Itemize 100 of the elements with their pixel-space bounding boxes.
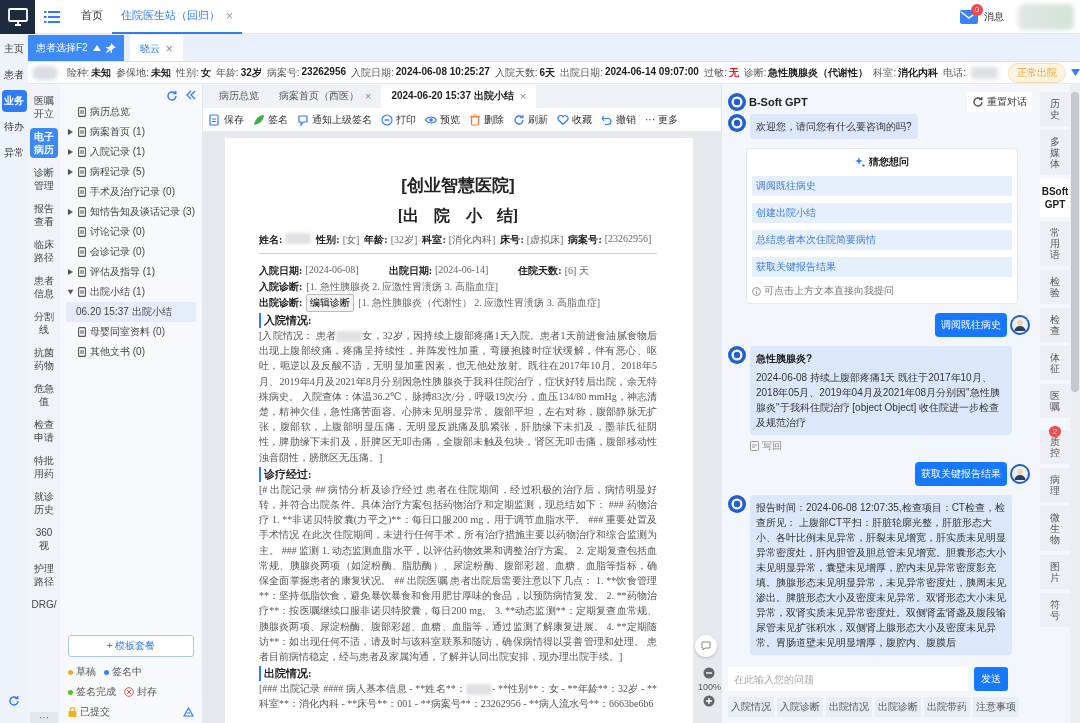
tab[interactable]: 病历总览: [209, 84, 269, 108]
side-tab[interactable]: 医嘱: [1040, 384, 1070, 418]
scrollbar[interactable]: [1070, 84, 1080, 723]
menu-item[interactable]: 患者信息: [30, 272, 58, 302]
comment-button[interactable]: [695, 635, 717, 657]
menu-item[interactable]: 危急值: [30, 380, 58, 410]
quick-chip[interactable]: 入院诊断: [777, 697, 823, 717]
menu-item[interactable]: 抗菌药物: [30, 344, 58, 374]
tree-item[interactable]: 会诊记录 (0): [66, 242, 196, 262]
reset-button[interactable]: 重置对话: [967, 92, 1032, 112]
assistant-logo-icon: [728, 346, 746, 364]
field-value: 2024-06-14 09:07:00: [604, 65, 699, 79]
side-tab[interactable]: 检查: [1040, 308, 1070, 342]
nav-item[interactable]: 异常: [1, 142, 27, 164]
side-tab[interactable]: 常用语: [1040, 221, 1070, 266]
dropdown-icon: [1071, 69, 1080, 76]
side-tab[interactable]: BSoft GPT: [1040, 179, 1070, 217]
tree-item[interactable]: 手术及治疗记录 (0): [66, 182, 196, 202]
app-button[interactable]: [0, 0, 35, 34]
menu-item[interactable]: 分割线: [30, 308, 58, 338]
nav-item[interactable]: 主页: [1, 38, 27, 60]
quick-chip[interactable]: 注意事项: [973, 697, 1019, 717]
heart-icon: [557, 113, 569, 126]
blurred-avatar: [1018, 3, 1074, 30]
side-tab[interactable]: 历史: [1040, 92, 1070, 126]
send-button[interactable]: 发送: [974, 667, 1008, 691]
side-tab[interactable]: 多媒体: [1040, 130, 1070, 175]
tree-item[interactable]: 出院小结 (1): [66, 282, 196, 302]
toolbar-button[interactable]: 签名: [253, 112, 288, 127]
tree-item[interactable]: 入院记录 (1): [66, 142, 196, 162]
menu-item[interactable]: 临床路径: [30, 236, 58, 266]
close-button[interactable]: ×: [519, 90, 527, 102]
nav-item[interactable]: 业务: [1, 90, 27, 112]
tree-item[interactable]: 病程记录 (5): [66, 162, 196, 182]
write-back-button[interactable]: 写回: [750, 439, 782, 453]
field-value: [1. 急性胰腺炎 2. 应激性胃溃疡 3. 高脂血症]: [306, 280, 498, 294]
tree-item[interactable]: 其他文书 (0): [66, 342, 196, 362]
patient-tab[interactable]: 晓云 ×: [129, 35, 183, 61]
menu-item[interactable]: 特批用药: [30, 452, 58, 482]
field-label: 险种:: [66, 65, 90, 80]
toolbar-button[interactable]: 收藏: [557, 112, 592, 127]
section-heading: 诊疗经过:: [259, 466, 657, 482]
tree-item[interactable]: 知情告知及谈话记录 (3): [66, 202, 196, 222]
tab[interactable]: 2024-06-20 15:37 出院小结 ×: [381, 84, 537, 108]
menu-item[interactable]: DRG/: [30, 596, 58, 613]
side-tab[interactable]: 符号: [1040, 593, 1070, 627]
toolbar-button[interactable]: 刷新: [513, 112, 548, 127]
suggestion-item[interactable]: 获取关键报告结果: [752, 257, 1012, 277]
side-tab[interactable]: 检验: [1040, 270, 1070, 304]
tree-item[interactable]: 评估及指导 (1): [66, 262, 196, 282]
toolbar-button[interactable]: 打印: [381, 112, 416, 127]
field-value: [消化内科]: [448, 233, 496, 247]
edit-diagnosis-button[interactable]: 编辑诊断: [306, 294, 355, 312]
tree-item[interactable]: 06.20 15:37 出院小结: [66, 302, 196, 322]
close-button[interactable]: ×: [165, 42, 173, 56]
document-icon: [78, 347, 86, 357]
suggestion-item[interactable]: 总结患者本次住院简要病情: [752, 230, 1012, 250]
suggestion-item[interactable]: 调阅既往病史: [752, 176, 1012, 196]
field-label: 电话:: [943, 65, 966, 80]
toolbar-button[interactable]: 删除: [469, 112, 504, 127]
tree-item[interactable]: 母婴同室资料 (0): [66, 322, 196, 342]
toolbar-button[interactable]: 预览: [425, 112, 460, 127]
suggestion-item[interactable]: 创建出院小结: [752, 203, 1012, 223]
more-button[interactable]: ···: [30, 712, 58, 723]
toolbar-button[interactable]: 保存: [209, 112, 244, 127]
field-value: [32岁]: [390, 233, 418, 247]
tab[interactable]: 病案首页（西医） ×: [269, 84, 382, 108]
template-button[interactable]: + 模板套餐: [68, 635, 194, 657]
side-tab[interactable]: 微生物: [1040, 506, 1070, 551]
quick-chip[interactable]: 出院带药: [924, 697, 970, 717]
quick-chip[interactable]: 出院诊断: [875, 697, 921, 717]
field-value: 2024-06-08 10:25:27: [395, 65, 490, 79]
tab[interactable]: 首页: [72, 0, 112, 34]
menu-item[interactable]: 检查申请: [30, 416, 58, 446]
side-tab[interactable]: 病理: [1040, 468, 1070, 502]
side-tab[interactable]: 体征: [1040, 346, 1070, 380]
toolbar-button[interactable]: 撤销: [601, 112, 636, 127]
nav-item[interactable]: 患者: [1, 64, 27, 86]
tree-item[interactable]: 病案首页 (1): [66, 122, 196, 142]
tree-item[interactable]: 病历总览: [66, 102, 196, 122]
menu-item[interactable]: 护理路径: [30, 560, 58, 590]
question-input[interactable]: 在此输入您的问题: [728, 667, 968, 691]
lock-icon: [68, 707, 77, 717]
side-tab[interactable]: 图片: [1040, 555, 1070, 589]
toolbar-button[interactable]: 通知上级签名: [297, 112, 372, 127]
menu-item[interactable]: 报告查看: [30, 200, 58, 230]
hospital-name: [创业智慧医院]: [400, 175, 516, 197]
document-icon: [78, 107, 86, 117]
menu-item[interactable]: 医嘱开立: [30, 92, 58, 122]
count-badge: 0: [971, 3, 983, 16]
menu-item[interactable]: 就诊历史: [30, 488, 58, 518]
bubble-title: 急性胰腺炎?: [756, 352, 814, 366]
menu-item[interactable]: 诊断管理: [30, 164, 58, 194]
toolbar-button[interactable]: ··· 更多: [645, 112, 678, 127]
menu-item[interactable]: 360视: [30, 524, 58, 554]
field-label: 病案号:: [568, 233, 602, 247]
tree-item[interactable]: 讨论记录 (0): [66, 222, 196, 242]
nav-item[interactable]: 待办: [1, 116, 27, 138]
quick-chip[interactable]: 入院情况: [728, 697, 774, 717]
quick-chip[interactable]: 出院情况: [826, 697, 872, 717]
